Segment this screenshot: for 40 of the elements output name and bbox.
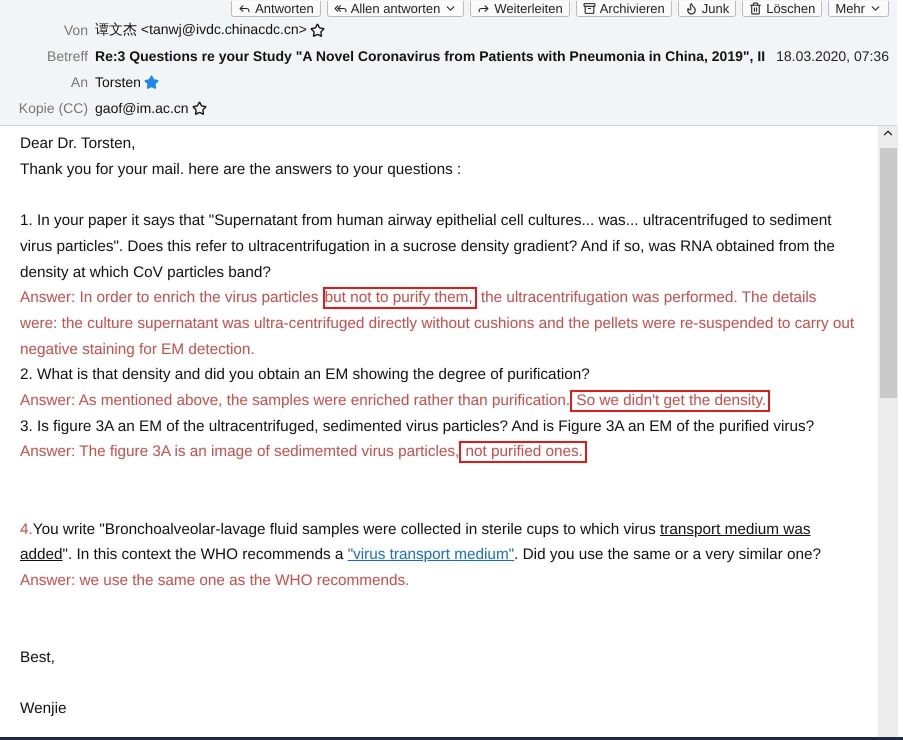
star-icon[interactable] — [192, 100, 207, 116]
scrollbar-thumb[interactable] — [880, 148, 896, 398]
message-paragraph: Answer: we use the same one as the WHO recommends. — [20, 570, 410, 591]
toolbar-button[interactable]: Mehr — [828, 1, 889, 17]
message-date: 18.03.2020, 07:36 — [776, 48, 889, 64]
field-label: Betreff — [46, 48, 88, 64]
star-icon[interactable] — [144, 74, 159, 90]
field-value[interactable]: 谭文杰 <tanwj@ivdc.chinacdc.cn> — [95, 21, 307, 39]
scrollbar[interactable] — [878, 126, 898, 737]
toolbar-button[interactable]: Archivieren — [576, 1, 672, 17]
reply-all-icon — [334, 2, 347, 15]
toolbar-button[interactable]: Junk — [678, 1, 736, 17]
field-label: Von — [62, 22, 88, 38]
forward-icon — [477, 2, 490, 15]
message-paragraph: Answer: As mentioned above, the samples were enriched rather than purification. So we didn't get the density. — [20, 388, 855, 414]
message-paragraph: Best, — [20, 648, 56, 668]
toolbar-button[interactable]: Allen antworten — [326, 1, 464, 17]
message-paragraph: 2. What is that density and did you obtain an EM showing the degree of purification? — [20, 365, 591, 386]
field-label: An — [70, 74, 88, 90]
field-value[interactable]: gaof@im.ac.cn — [95, 100, 189, 116]
message-paragraph: Wenjie — [20, 699, 68, 720]
reply-icon — [238, 2, 252, 15]
archive-icon — [582, 2, 596, 15]
flame-icon — [684, 2, 698, 15]
message-paragraph: Dear Dr. Torsten, — [20, 134, 136, 154]
message-paragraph: Thank you for your mail. here are the answers to your questions : — [20, 160, 462, 180]
star-icon[interactable] — [310, 22, 325, 38]
message-paragraph: 1. In your paper it says that "Supernatant from human airway epithelial cell cultures... was... ultracentrifuged to sediment virus particles". Does this refer to ultracentrifugation in a sucrose density gradient? And if so, was RNA obtained from the density at which CoV particles band? — [20, 211, 836, 282]
toolbar-button[interactable]: Antworten — [231, 1, 321, 17]
field-value: Re:3 Questions re your Study "A Novel Coronavirus from Patients with Pneumonia in China, 2019", II — [95, 48, 766, 64]
field-value[interactable]: Torsten — [95, 74, 141, 90]
message-paragraph: 4.You write "Bronchoalveolar-lavage fluid samples were collected in sterile cups to which virus transport medium was added". In this context the WHO recommends a "virus transport medium". Did you use the same or a very similar one? — [20, 520, 822, 566]
toolbar-button[interactable]: Löschen — [742, 1, 822, 17]
toolbar-button[interactable]: Weiterleiten — [470, 1, 570, 17]
message-paragraph: 3. Is figure 3A an EM of the ultracentrifuged, sedimented virus particles? And is Figure 3A an EM of the purified virus? — [20, 416, 816, 437]
link[interactable]: "virus transport medium" — [348, 546, 514, 564]
message-paragraph: Answer: In order to enrich the virus particles but not to purify them, the ultracentrifugation was performed. The details were: the culture supernatant was ultra-centrifuged directly without cushions and the pellets were re-suspended to carry out negative staining for EM detection. — [20, 286, 855, 360]
trash-icon — [749, 2, 762, 15]
field-label: Kopie (CC) — [18, 100, 88, 116]
message-paragraph: Answer: The figure 3A is an image of sedimemted virus particles, not purified ones. — [20, 439, 855, 466]
